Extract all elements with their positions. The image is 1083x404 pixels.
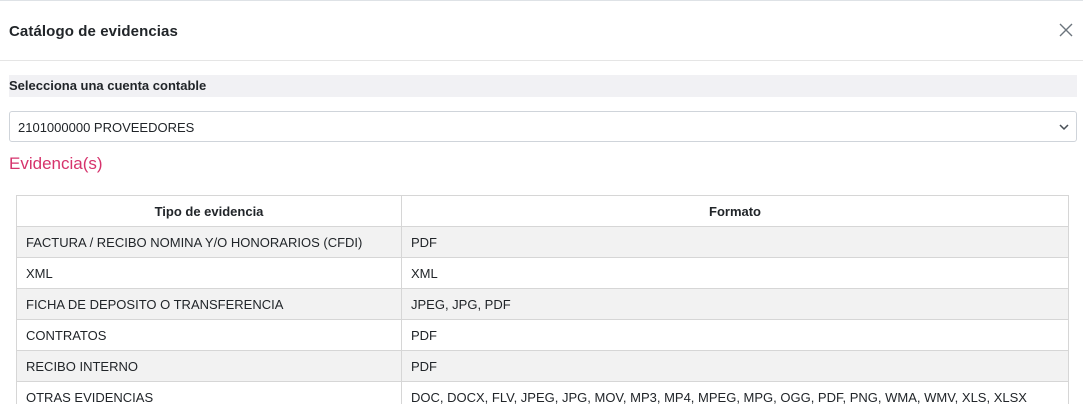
cell-formato: PDF — [401, 319, 1069, 351]
cell-formato: DOC, DOCX, FLV, JPEG, JPG, MOV, MP3, MP4… — [401, 381, 1069, 404]
cell-tipo: CONTRATOS — [16, 319, 402, 351]
table-row: RECIBO INTERNO PDF — [16, 350, 1069, 382]
cell-formato: JPEG, JPG, PDF — [401, 288, 1069, 320]
modal-header: Catálogo de evidencias — [0, 1, 1083, 61]
evidence-table: Tipo de evidencia Formato FACTURA / RECI… — [16, 195, 1069, 404]
close-icon — [1059, 23, 1073, 37]
cell-formato: PDF — [401, 226, 1069, 258]
table-row: FACTURA / RECIBO NOMINA Y/O HONORARIOS (… — [16, 226, 1069, 258]
cell-tipo: OTRAS EVIDENCIAS — [16, 381, 402, 404]
chevron-down-icon — [1059, 124, 1069, 131]
modal-title: Catálogo de evidencias — [9, 23, 178, 40]
cell-formato: XML — [401, 257, 1069, 289]
cell-formato: PDF — [401, 350, 1069, 382]
cell-tipo: RECIBO INTERNO — [16, 350, 402, 382]
evidence-section-title: Evidencia(s) — [9, 154, 103, 173]
column-header-tipo: Tipo de evidencia — [16, 195, 402, 227]
account-select[interactable]: 2101000000 PROVEEDORES — [9, 111, 1077, 142]
account-select-label: Selecciona una cuenta contable — [9, 78, 207, 93]
close-button[interactable] — [1055, 19, 1077, 41]
account-select-value: 2101000000 PROVEEDORES — [18, 120, 195, 135]
table-row: CONTRATOS PDF — [16, 319, 1069, 351]
table-row: FICHA DE DEPOSITO O TRANSFERENCIA JPEG, … — [16, 288, 1069, 320]
cell-tipo: FACTURA / RECIBO NOMINA Y/O HONORARIOS (… — [16, 226, 402, 258]
cell-tipo: FICHA DE DEPOSITO O TRANSFERENCIA — [16, 288, 402, 320]
table-row: OTRAS EVIDENCIAS DOC, DOCX, FLV, JPEG, J… — [16, 381, 1069, 404]
cell-tipo: XML — [16, 257, 402, 289]
evidence-catalog-modal: Catálogo de evidencias Selecciona una cu… — [0, 0, 1083, 404]
column-header-formato: Formato — [401, 195, 1069, 227]
table-row: XML XML — [16, 257, 1069, 289]
table-header-row: Tipo de evidencia Formato — [16, 195, 1069, 227]
